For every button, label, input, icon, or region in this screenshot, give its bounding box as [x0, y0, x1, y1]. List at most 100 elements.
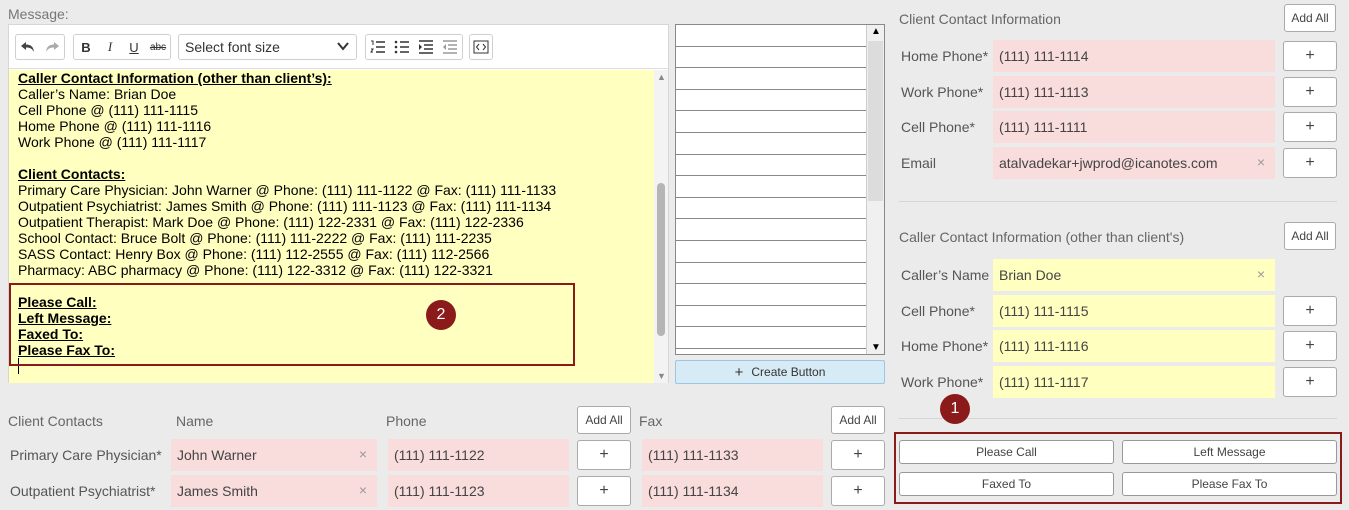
contact-field[interactable]: (111) 111-1114: [993, 40, 1275, 72]
create-button[interactable]: + Create Button: [675, 360, 885, 384]
field-label: Home Phone*: [901, 48, 989, 64]
scroll-thumb[interactable]: [868, 41, 883, 201]
button-list-item[interactable]: [676, 219, 866, 241]
annotation-badge-2: 2: [426, 300, 456, 330]
annotation-box-2: [9, 283, 575, 366]
button-list-item[interactable]: [676, 327, 866, 349]
redo-icon[interactable]: [40, 35, 64, 59]
add-phone-button[interactable]: +: [577, 476, 631, 506]
scroll-down-icon[interactable]: ▼: [871, 342, 881, 353]
source-group: [469, 34, 493, 60]
clear-icon[interactable]: ×: [359, 446, 367, 462]
contact-field[interactable]: (111) 111-1115: [993, 294, 1275, 327]
button-list-item[interactable]: [676, 306, 866, 328]
add-button[interactable]: +: [1283, 112, 1337, 142]
contact-field[interactable]: (111) 111-1117: [993, 365, 1275, 398]
add-phone-button[interactable]: +: [577, 440, 631, 470]
format-group: B I U abc: [73, 34, 171, 60]
button-list-item[interactable]: [676, 111, 866, 133]
ordered-list-icon[interactable]: [366, 35, 390, 59]
button-list-item[interactable]: [676, 284, 866, 306]
annotation-badge-1: 1: [940, 394, 970, 424]
button-list-item[interactable]: [676, 155, 866, 177]
plus-icon: +: [734, 363, 744, 381]
button-list-item[interactable]: [676, 263, 866, 285]
field-value: (111) 111-1115: [999, 302, 1089, 319]
field-value: (111) 111-1114: [999, 48, 1089, 64]
button-list-item[interactable]: [676, 90, 866, 112]
field-value: (111) 111-1123: [394, 483, 485, 499]
font-size-select[interactable]: Select font size: [178, 34, 357, 60]
add-button[interactable]: +: [1283, 41, 1337, 71]
clear-icon[interactable]: ×: [1257, 154, 1265, 170]
undo-icon[interactable]: [16, 35, 40, 59]
add-button[interactable]: +: [1283, 295, 1337, 326]
contact-field[interactable]: (111) 111-1113: [993, 75, 1275, 108]
underline-icon[interactable]: U: [122, 35, 146, 59]
scroll-thumb[interactable]: [657, 183, 665, 336]
scroll-down-icon[interactable]: ▼: [657, 371, 666, 381]
contact-phone-field[interactable]: (111) 111-1122: [388, 439, 569, 471]
add-fax-button[interactable]: +: [831, 440, 885, 470]
strikethrough-icon[interactable]: abc: [146, 35, 170, 59]
contact-fax-field[interactable]: (111) 111-1134: [642, 475, 823, 507]
contact-field[interactable]: (111) 111-1111: [993, 111, 1275, 143]
client-contact-add-all-button[interactable]: Add All: [1284, 4, 1336, 32]
scroll-up-icon[interactable]: ▲: [871, 26, 881, 37]
font-size-placeholder: Select font size: [185, 39, 280, 55]
field-value: John Warner: [177, 447, 257, 463]
field-value: (111) 111-1133: [648, 447, 739, 463]
left-message-button[interactable]: Left Message: [1122, 440, 1337, 464]
editor-line: Cell Phone @ (111) 111-1115: [18, 102, 198, 118]
editor-line: SASS Contact: Henry Box @ Phone: (111) 1…: [18, 246, 490, 262]
contact-name-field[interactable]: James Smith ×: [171, 475, 377, 507]
outdent-icon[interactable]: [438, 35, 462, 59]
field-label: Caller’s Name: [901, 267, 990, 283]
button-list-item[interactable]: [676, 25, 866, 47]
button-list-item[interactable]: [676, 47, 866, 69]
list-scrollbar[interactable]: ▲ ▼: [866, 25, 884, 354]
button-list-item[interactable]: [676, 198, 866, 220]
editor-line: Primary Care Physician: John Warner @ Ph…: [18, 182, 557, 198]
add-button[interactable]: +: [1283, 76, 1337, 107]
source-code-icon[interactable]: [470, 35, 492, 59]
italic-icon[interactable]: I: [98, 35, 122, 59]
button-list-item[interactable]: [676, 133, 866, 155]
bold-icon[interactable]: B: [74, 35, 98, 59]
contact-field[interactable]: atalvadekar+jwprod@icanotes.com ×: [993, 146, 1275, 179]
clear-icon[interactable]: ×: [1257, 266, 1265, 282]
fax-column-header: Fax: [639, 413, 663, 429]
please-call-button[interactable]: Please Call: [899, 440, 1114, 464]
contact-field[interactable]: (111) 111-1116: [993, 330, 1275, 362]
field-value: atalvadekar+jwprod@icanotes.com: [999, 154, 1218, 171]
editor-line: Work Phone @ (111) 111-1117: [18, 134, 207, 150]
field-label: Work Phone*: [901, 373, 984, 390]
button-list-item[interactable]: [676, 176, 866, 198]
button-list-item[interactable]: [676, 68, 866, 90]
contact-name-field[interactable]: John Warner ×: [171, 439, 377, 471]
button-list-item[interactable]: [676, 241, 866, 263]
client-contact-info-title: Client Contact Information: [899, 11, 1061, 27]
scroll-up-icon[interactable]: ▲: [657, 72, 666, 82]
clear-icon[interactable]: ×: [359, 482, 367, 498]
contact-field[interactable]: Brian Doe ×: [993, 259, 1275, 291]
add-fax-button[interactable]: +: [831, 476, 885, 506]
add-button[interactable]: +: [1283, 331, 1337, 361]
contact-fax-field[interactable]: (111) 111-1133: [642, 439, 823, 471]
faxed-to-button[interactable]: Faxed To: [899, 472, 1114, 496]
unordered-list-icon[interactable]: [390, 35, 414, 59]
field-value: (111) 111-1134: [648, 483, 739, 499]
add-button[interactable]: +: [1283, 366, 1337, 397]
editor-scrollbar[interactable]: ▲ ▼: [654, 70, 668, 383]
editor-toolbar: B I U abc Select font size: [9, 25, 668, 69]
contact-phone-field[interactable]: (111) 111-1123: [388, 475, 569, 507]
fax-add-all-button[interactable]: Add All: [831, 406, 885, 434]
indent-icon[interactable]: [414, 35, 438, 59]
phone-add-all-button[interactable]: Add All: [577, 406, 631, 434]
caller-contact-add-all-button[interactable]: Add All: [1284, 222, 1336, 250]
client-contacts-title: Client Contacts: [8, 413, 103, 429]
please-fax-to-button[interactable]: Please Fax To: [1122, 472, 1337, 496]
add-button[interactable]: +: [1283, 147, 1337, 178]
field-value: (111) 111-1117: [999, 373, 1089, 390]
